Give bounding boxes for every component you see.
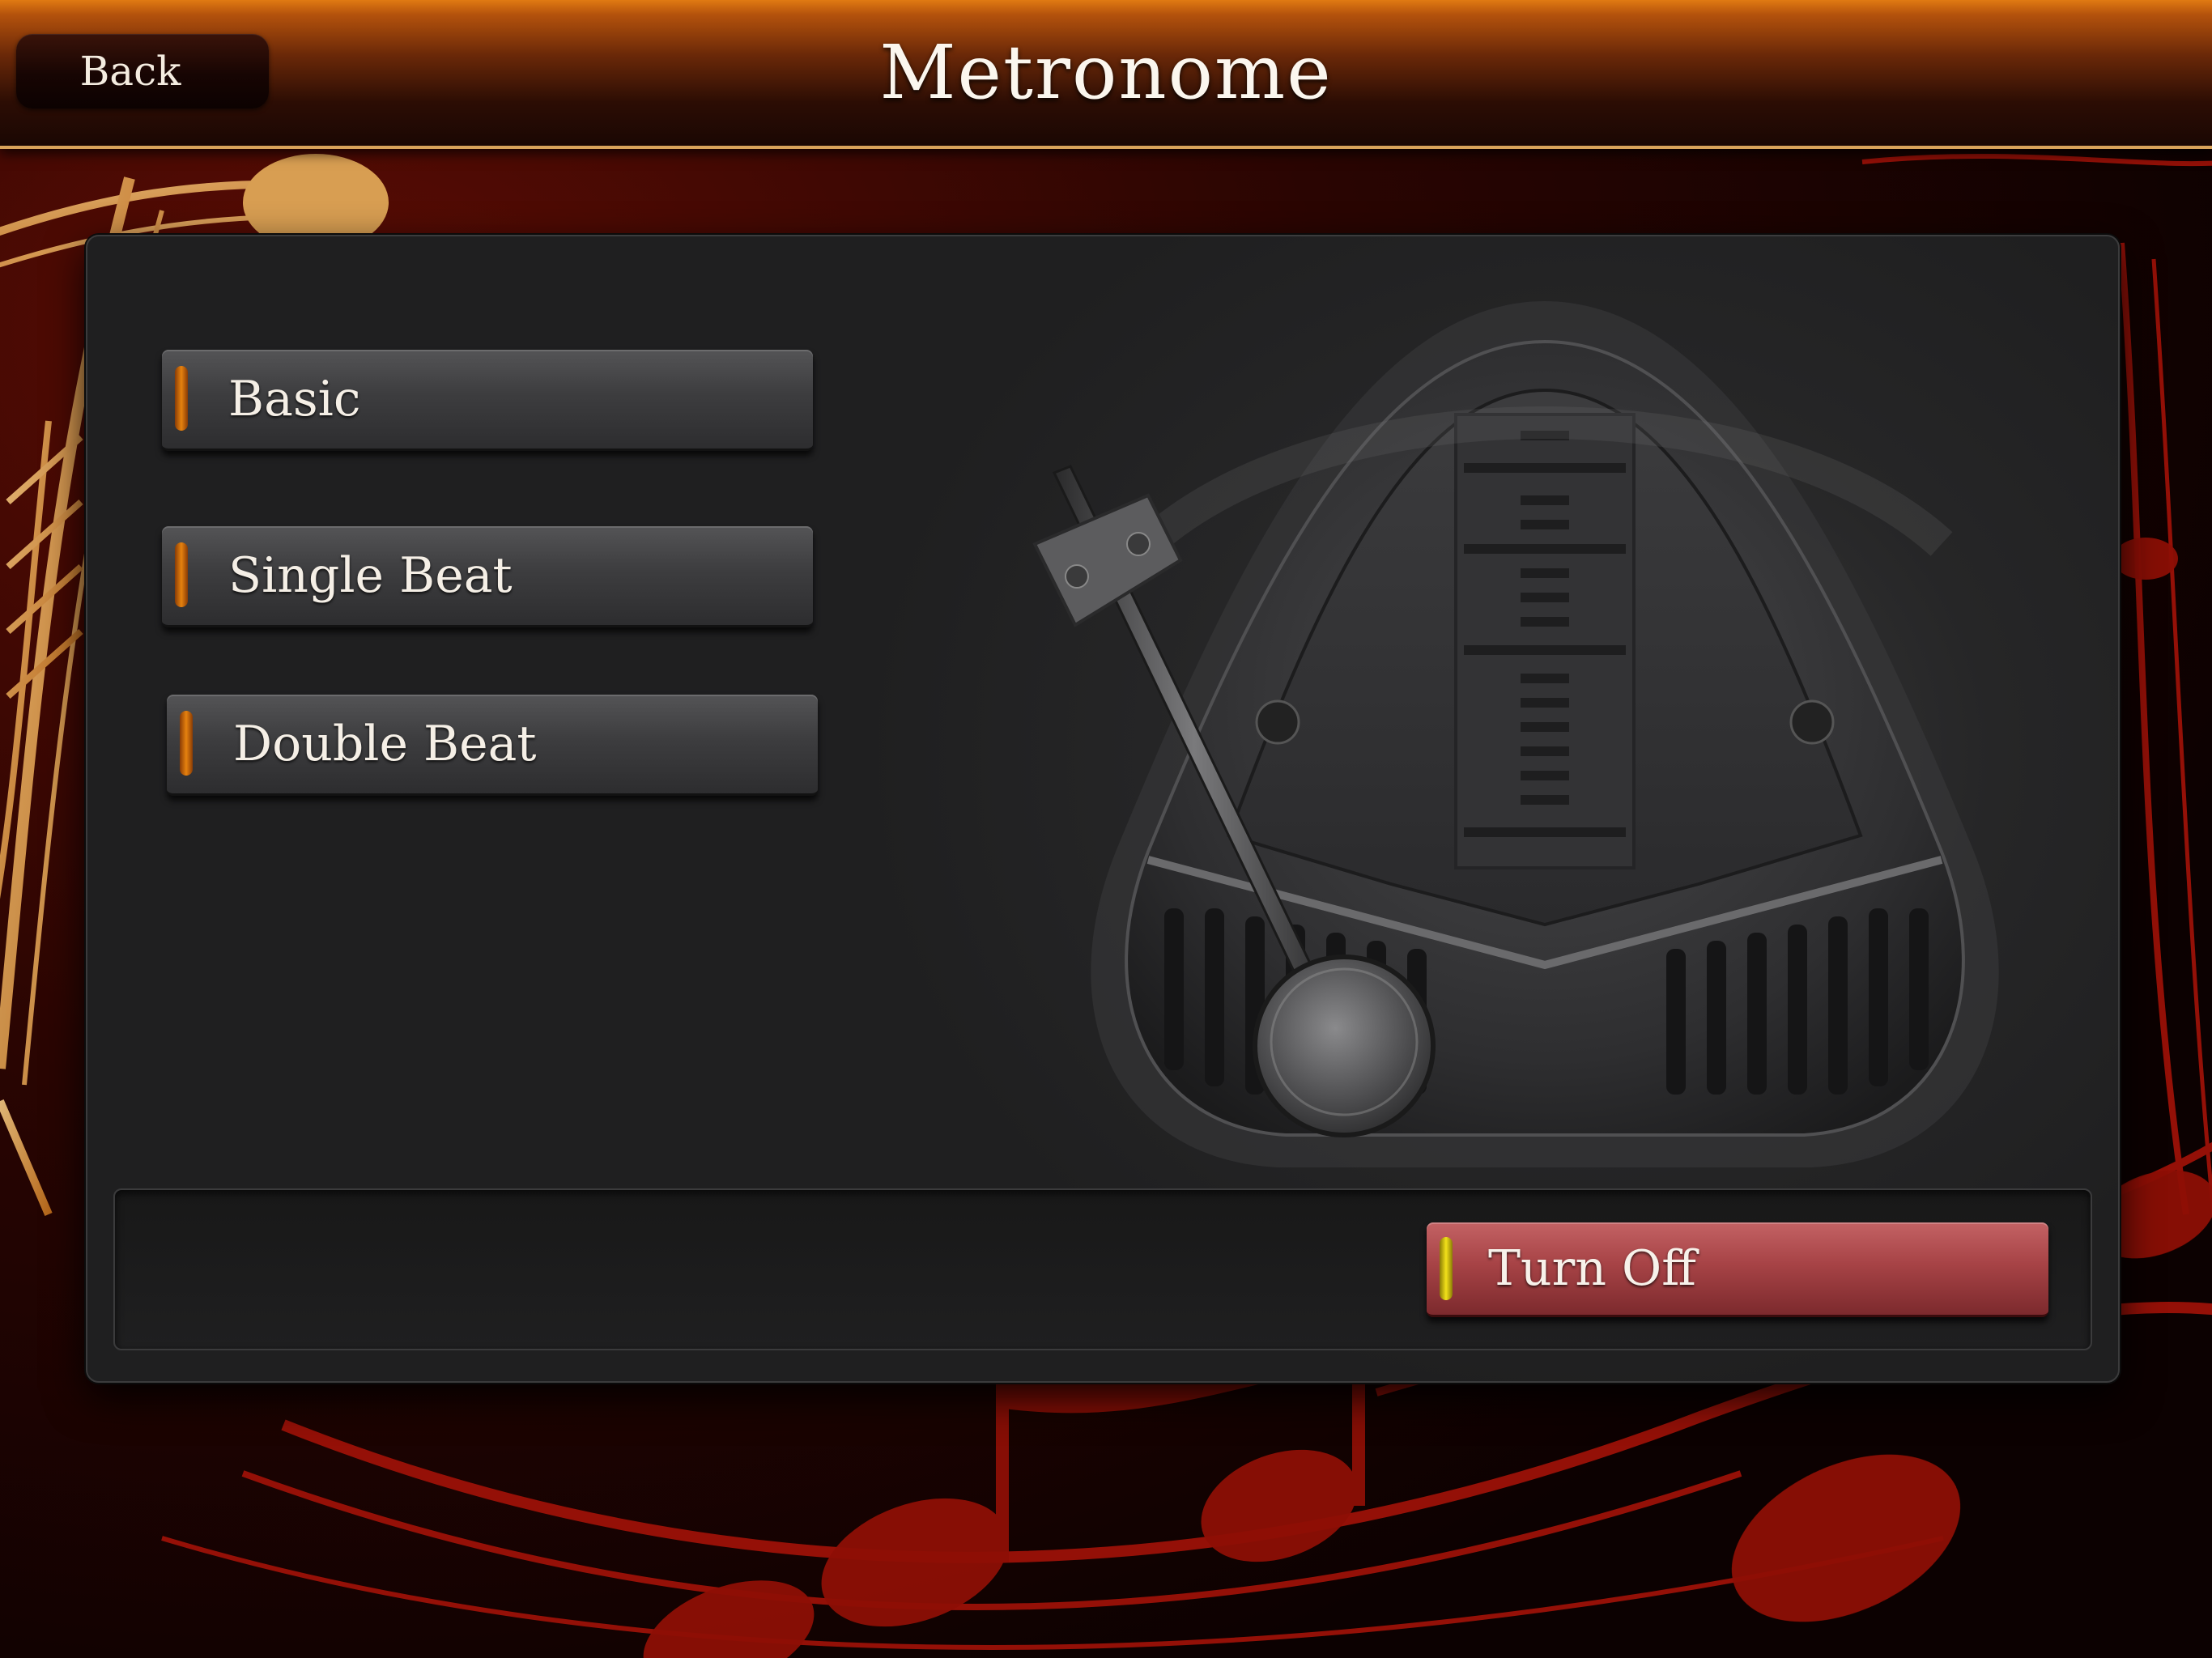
header-bar: Back Metronome [0,0,2212,149]
basic-mode-label: Basic [228,371,361,427]
metronome-icon [1032,301,1999,1167]
page-title: Metronome [879,29,1333,116]
double-beat-button[interactable]: Double Beat [167,695,818,796]
indicator-light [1440,1237,1453,1300]
turn-off-button[interactable]: Turn Off [1427,1222,2048,1317]
control-bar: Turn Off [113,1188,2092,1350]
single-beat-label: Single Beat [228,547,513,604]
double-beat-label: Double Beat [233,716,537,772]
metronome-panel: Basic Single Beat Double Beat Turn Off [86,235,2120,1383]
indicator-light [180,711,193,776]
turn-off-label: Turn Off [1488,1240,1696,1297]
indicator-light [175,542,188,607]
basic-mode-button[interactable]: Basic [162,350,813,451]
single-beat-button[interactable]: Single Beat [162,526,813,627]
pendulum-knob [1253,954,1436,1137]
indicator-light [175,366,188,431]
